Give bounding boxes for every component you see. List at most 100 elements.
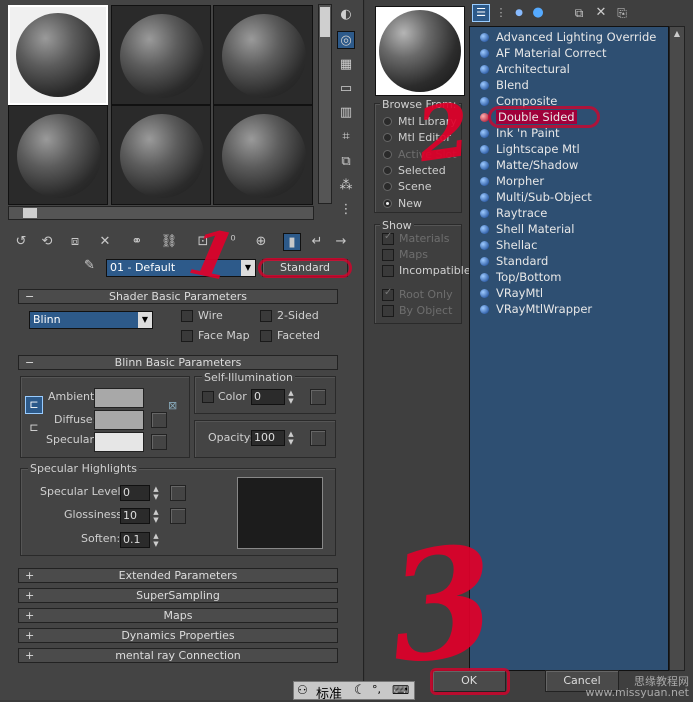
spinner-arrows-icon[interactable]: ▲ ▼ [286,430,296,446]
show-maps-checkbox[interactable] [382,249,394,261]
sample-slot-4[interactable] [8,105,108,205]
spinner-arrows-icon[interactable]: ▲ ▼ [151,508,161,524]
slots-vertical-scrollbar[interactable] [318,4,332,204]
self-illum-color-checkbox[interactable] [202,391,214,403]
material-list-item[interactable]: Raytrace [480,206,547,221]
background-checker-icon[interactable]: ▦ [337,56,355,74]
ambient-color-swatch[interactable] [94,388,144,408]
show-end-result-icon[interactable]: ▮ [283,233,301,251]
browse-from-radio[interactable] [383,198,392,208]
rollout-shader-basic-parameters[interactable]: − Shader Basic Parameters [18,289,338,304]
go-forward-sibling-icon[interactable]: → [332,233,350,251]
material-list-item[interactable]: Standard [480,254,548,269]
opacity-map-button[interactable] [310,430,326,446]
material-list-item[interactable]: Lightscape Mtl [480,142,580,157]
rollout-extended-parameters[interactable]: + Extended Parameters [18,568,338,583]
rollout-supersampling[interactable]: + SuperSampling [18,588,338,603]
put-to-scene-icon[interactable]: ⟲ [38,233,56,251]
rollout-maps[interactable]: + Maps [18,608,338,623]
sample-slot-5[interactable] [111,105,211,205]
self-illum-map-button[interactable] [310,389,326,405]
sample-type-icon[interactable]: ◐ [337,6,355,24]
material-list-item[interactable]: Matte/Shadow [480,158,578,173]
rollout-blinn-basic-parameters[interactable]: − Blinn Basic Parameters [18,355,338,370]
face-map-checkbox[interactable] [181,330,193,342]
view-list-icons-icon[interactable]: ⋮ [492,4,510,22]
soften-input[interactable]: 0.1 [120,532,150,548]
material-list-item[interactable]: Architectural [480,62,570,77]
glossiness-map-button[interactable] [170,508,186,524]
sample-uv-tiling-icon[interactable]: ▭ [337,80,355,98]
chevron-down-icon[interactable]: ▼ [241,260,255,276]
select-by-material-icon[interactable]: ⁂ [337,177,355,195]
material-list-item[interactable]: Multi/Sub-Object [480,190,592,205]
specular-level-input[interactable]: 0 [120,485,150,501]
material-list-item[interactable]: Blend [480,78,529,93]
assign-to-selection-icon[interactable]: ⧈ [66,233,84,251]
material-list-item[interactable]: Shell Material [480,222,574,237]
rollout-dynamics-properties[interactable]: + Dynamics Properties [18,628,338,643]
reset-map-icon[interactable]: ✕ [96,233,114,251]
material-list-item[interactable]: Top/Bottom [480,270,561,285]
specular-color-swatch[interactable] [94,432,144,452]
sample-slot-1[interactable] [8,5,108,105]
view-list-icon[interactable]: ☰ [472,4,490,22]
material-list-item[interactable]: AF Material Correct [480,46,607,61]
options-icon[interactable]: ⧉ [337,153,355,171]
self-illum-value-input[interactable]: 0 [251,389,285,405]
chevron-down-icon[interactable]: ▼ [138,312,152,328]
material-map-navigator-icon[interactable]: ⋮ [337,201,355,219]
backlight-icon[interactable]: ◎ [337,31,355,49]
show-map-in-viewport-icon[interactable]: ⊕ [252,233,270,251]
sample-slot-3[interactable] [213,5,313,105]
half-width-moon-icon[interactable]: ☾ [354,683,366,698]
opacity-input[interactable]: 100 [251,430,285,446]
shader-type-dropdown[interactable]: Blinn ▼ [29,311,153,329]
diffuse-color-swatch[interactable] [94,410,144,430]
material-list-item[interactable]: VRayMtlWrapper [480,302,592,317]
material-list-item[interactable]: Shellac [480,238,537,253]
ime-logo-icon[interactable]: ⚇ [297,683,308,697]
spinner-arrows-icon[interactable]: ▲ ▼ [286,389,296,405]
slots-horizontal-scrollbar[interactable] [8,206,314,220]
browse-from-radio[interactable] [383,165,392,175]
material-list-item[interactable]: Morpher [480,174,544,189]
lock-icon[interactable]: ⊠ [168,399,184,415]
go-to-parent-icon[interactable]: ↵ [308,233,326,251]
ime-mode-label[interactable]: 标准 [316,683,342,702]
root-only-checkbox[interactable]: ✓ [382,287,394,301]
wire-checkbox[interactable] [181,310,193,322]
by-object-checkbox[interactable] [382,305,394,317]
show-incompatible-checkbox[interactable] [382,265,394,277]
rollout-mental-ray-connection[interactable]: + mental ray Connection [18,648,338,663]
two-sided-checkbox[interactable] [260,310,272,322]
specular-map-button[interactable] [151,434,167,450]
spinner-arrows-icon[interactable]: ▲ ▼ [151,532,161,548]
view-large-icons-icon[interactable]: ● [530,4,546,22]
view-small-icons-icon[interactable]: ● [512,4,526,22]
copy-material-icon[interactable]: ⚭ [128,233,146,251]
make-preview-icon[interactable]: ⌗ [337,128,355,146]
browse-from-radio[interactable] [383,117,392,126]
scrollbar-thumb[interactable] [23,208,37,218]
ime-toolbar[interactable]: ⚇ 标准 ☾ °, ⌨ [293,681,415,702]
browse-from-radio[interactable] [383,149,392,159]
sample-slot-2[interactable] [111,5,211,105]
list-vertical-scrollbar[interactable]: ▲ [669,26,685,671]
scroll-up-icon[interactable]: ▲ [672,29,682,43]
scrollbar-thumb[interactable] [320,7,330,37]
faceted-checkbox[interactable] [260,330,272,342]
clear-library-icon[interactable]: ⎘ [613,4,631,22]
lock-ambient-diffuse-icon[interactable]: ⊏ [25,396,43,414]
punctuation-icon[interactable]: °, [372,683,381,696]
delete-from-library-icon[interactable]: ✕ [592,4,610,22]
show-materials-checkbox[interactable]: ✓ [382,231,394,245]
soft-keyboard-icon[interactable]: ⌨ [392,683,409,697]
material-list-item[interactable]: Advanced Lighting Override [480,30,656,45]
specular-level-map-button[interactable] [170,485,186,501]
spinner-arrows-icon[interactable]: ▲ ▼ [151,485,161,501]
lock-diffuse-specular-icon[interactable]: ⊏ [25,420,43,438]
sample-slot-6[interactable] [213,105,313,205]
material-list-item[interactable]: VRayMtl [480,286,543,301]
glossiness-input[interactable]: 10 [120,508,150,524]
